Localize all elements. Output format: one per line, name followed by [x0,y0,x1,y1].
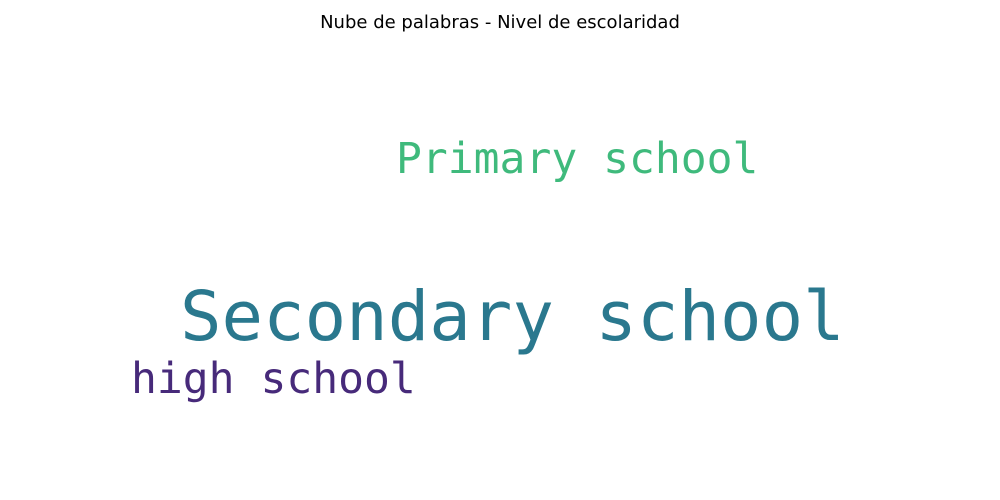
word-high-school: high school [131,354,416,404]
word-cloud: Secondary school Primary school high sch… [0,0,1000,500]
word-primary-school: Primary school [396,134,759,184]
word-secondary-school: Secondary school [180,277,845,357]
